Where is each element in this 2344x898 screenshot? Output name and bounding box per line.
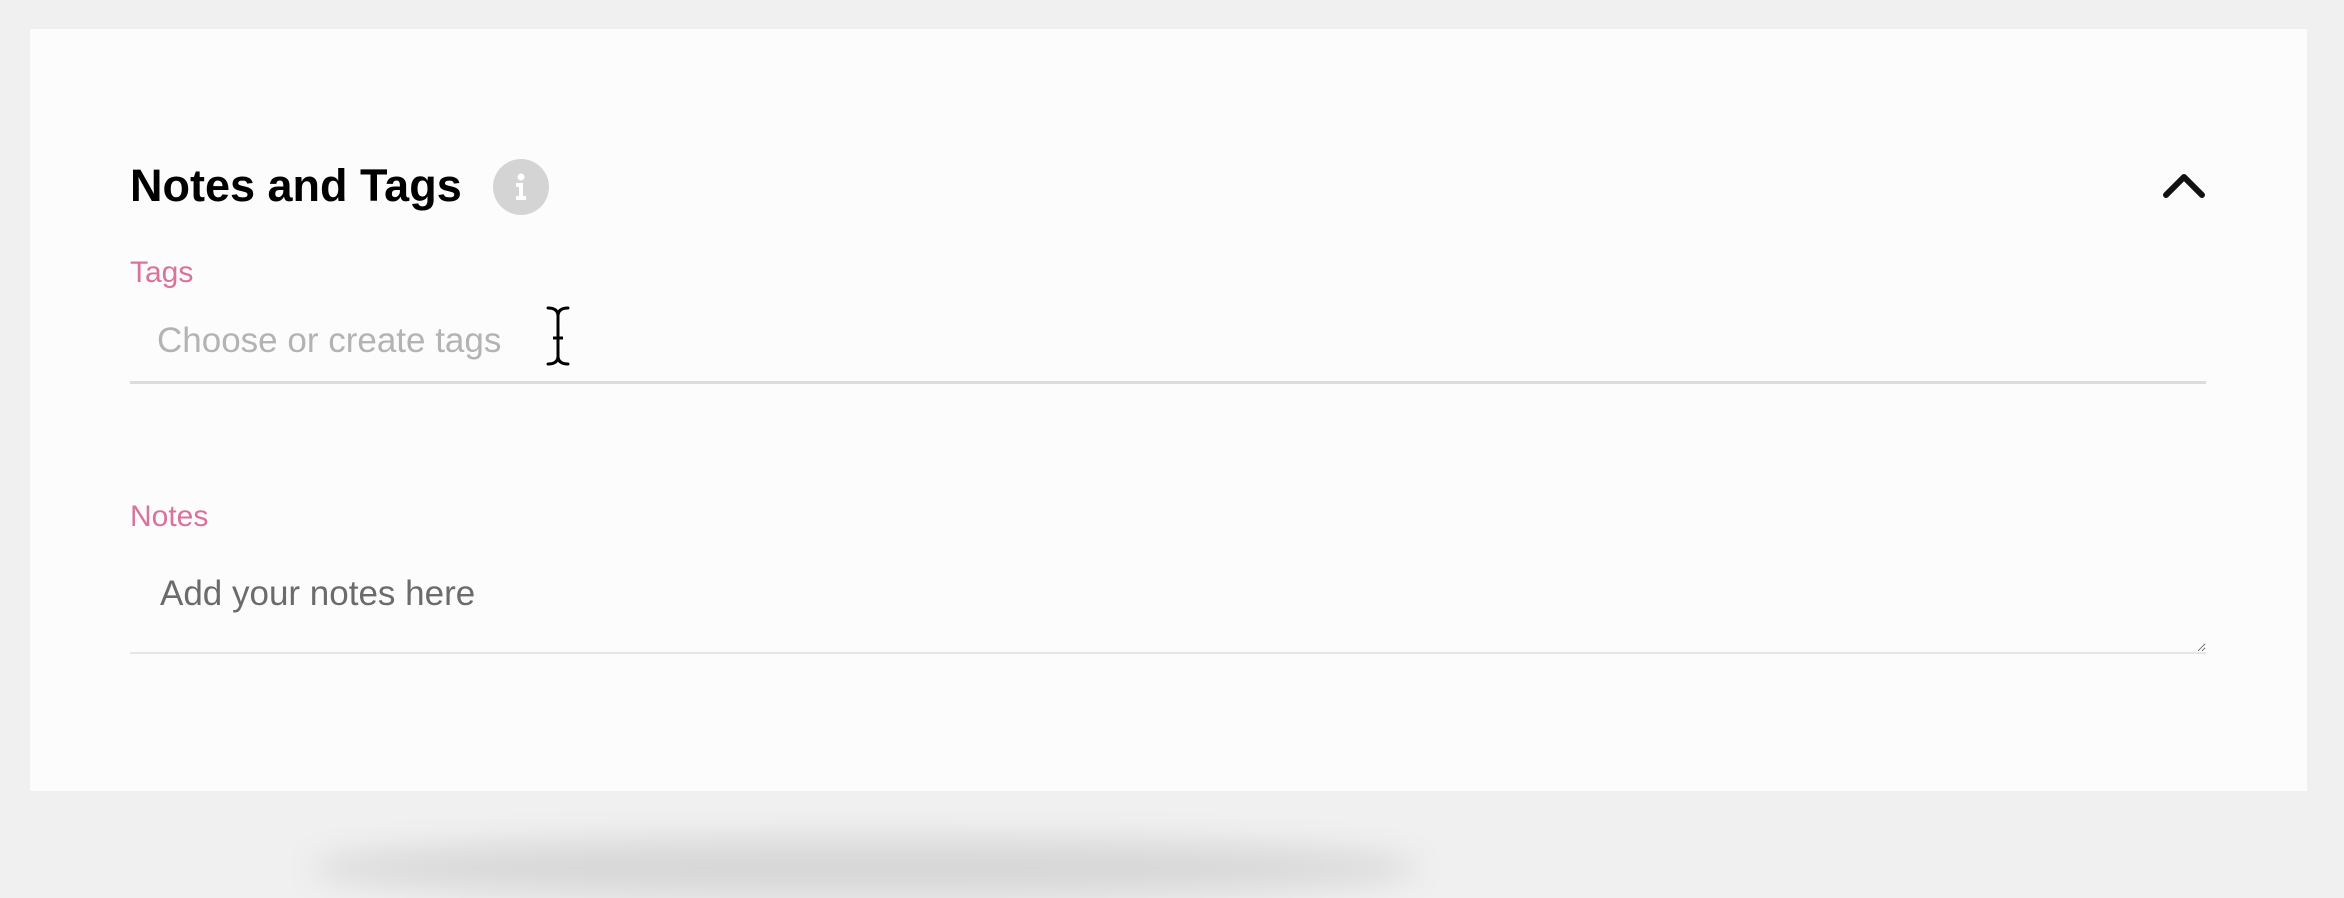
tags-input[interactable] [130, 300, 2206, 384]
notes-and-tags-panel: Notes and Tags [30, 29, 2307, 791]
card-shadow [310, 838, 1420, 898]
section-header: Notes and Tags [130, 129, 2207, 239]
section-title: Notes and Tags [130, 160, 462, 211]
notes-label: Notes [130, 500, 209, 533]
tags-label: Tags [130, 256, 194, 289]
notes-textarea[interactable] [130, 552, 2206, 654]
chevron-up-icon[interactable] [2161, 167, 2207, 203]
info-icon[interactable] [493, 159, 549, 215]
